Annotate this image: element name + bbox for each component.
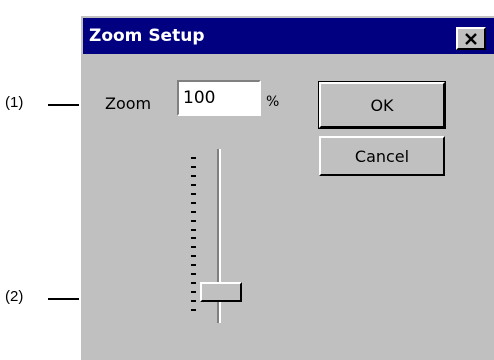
title-bar[interactable]: Zoom Setup	[83, 18, 494, 54]
zoom-label: Zoom	[105, 94, 152, 113]
slider-tick	[191, 192, 196, 195]
slider-tick	[191, 157, 196, 159]
slider-tick	[191, 165, 196, 168]
slider-tick	[191, 237, 196, 240]
ok-label: OK	[370, 95, 394, 115]
slider-tick	[191, 255, 196, 258]
zoom-input[interactable]	[177, 80, 261, 116]
close-button[interactable]	[456, 27, 486, 50]
slider-tick	[191, 300, 196, 303]
callout-1-label: (1)	[5, 94, 24, 111]
callout-2-label: (2)	[5, 288, 24, 305]
slider-tick	[191, 264, 196, 267]
slider-thumb[interactable]	[200, 282, 242, 302]
slider-tick	[191, 210, 196, 213]
slider-tick	[191, 282, 196, 285]
close-icon	[465, 32, 477, 45]
zoom-unit-label: %	[266, 94, 280, 110]
ok-button[interactable]: OK	[318, 81, 446, 129]
cancel-button[interactable]: Cancel	[319, 136, 445, 176]
cancel-label: Cancel	[354, 146, 410, 166]
dialog-title: Zoom Setup	[89, 26, 205, 46]
zoom-setup-dialog: Zoom Setup Zoom % OK Cancel	[79, 14, 494, 360]
slider-tick	[191, 228, 196, 231]
slider-tick	[191, 219, 196, 222]
slider-tick	[191, 183, 196, 186]
slider-tick	[191, 174, 196, 177]
slider-tick	[191, 309, 196, 311]
slider-tick	[191, 201, 196, 204]
slider-tick	[191, 246, 196, 249]
slider-tick	[191, 291, 196, 294]
slider-tick	[191, 273, 196, 276]
